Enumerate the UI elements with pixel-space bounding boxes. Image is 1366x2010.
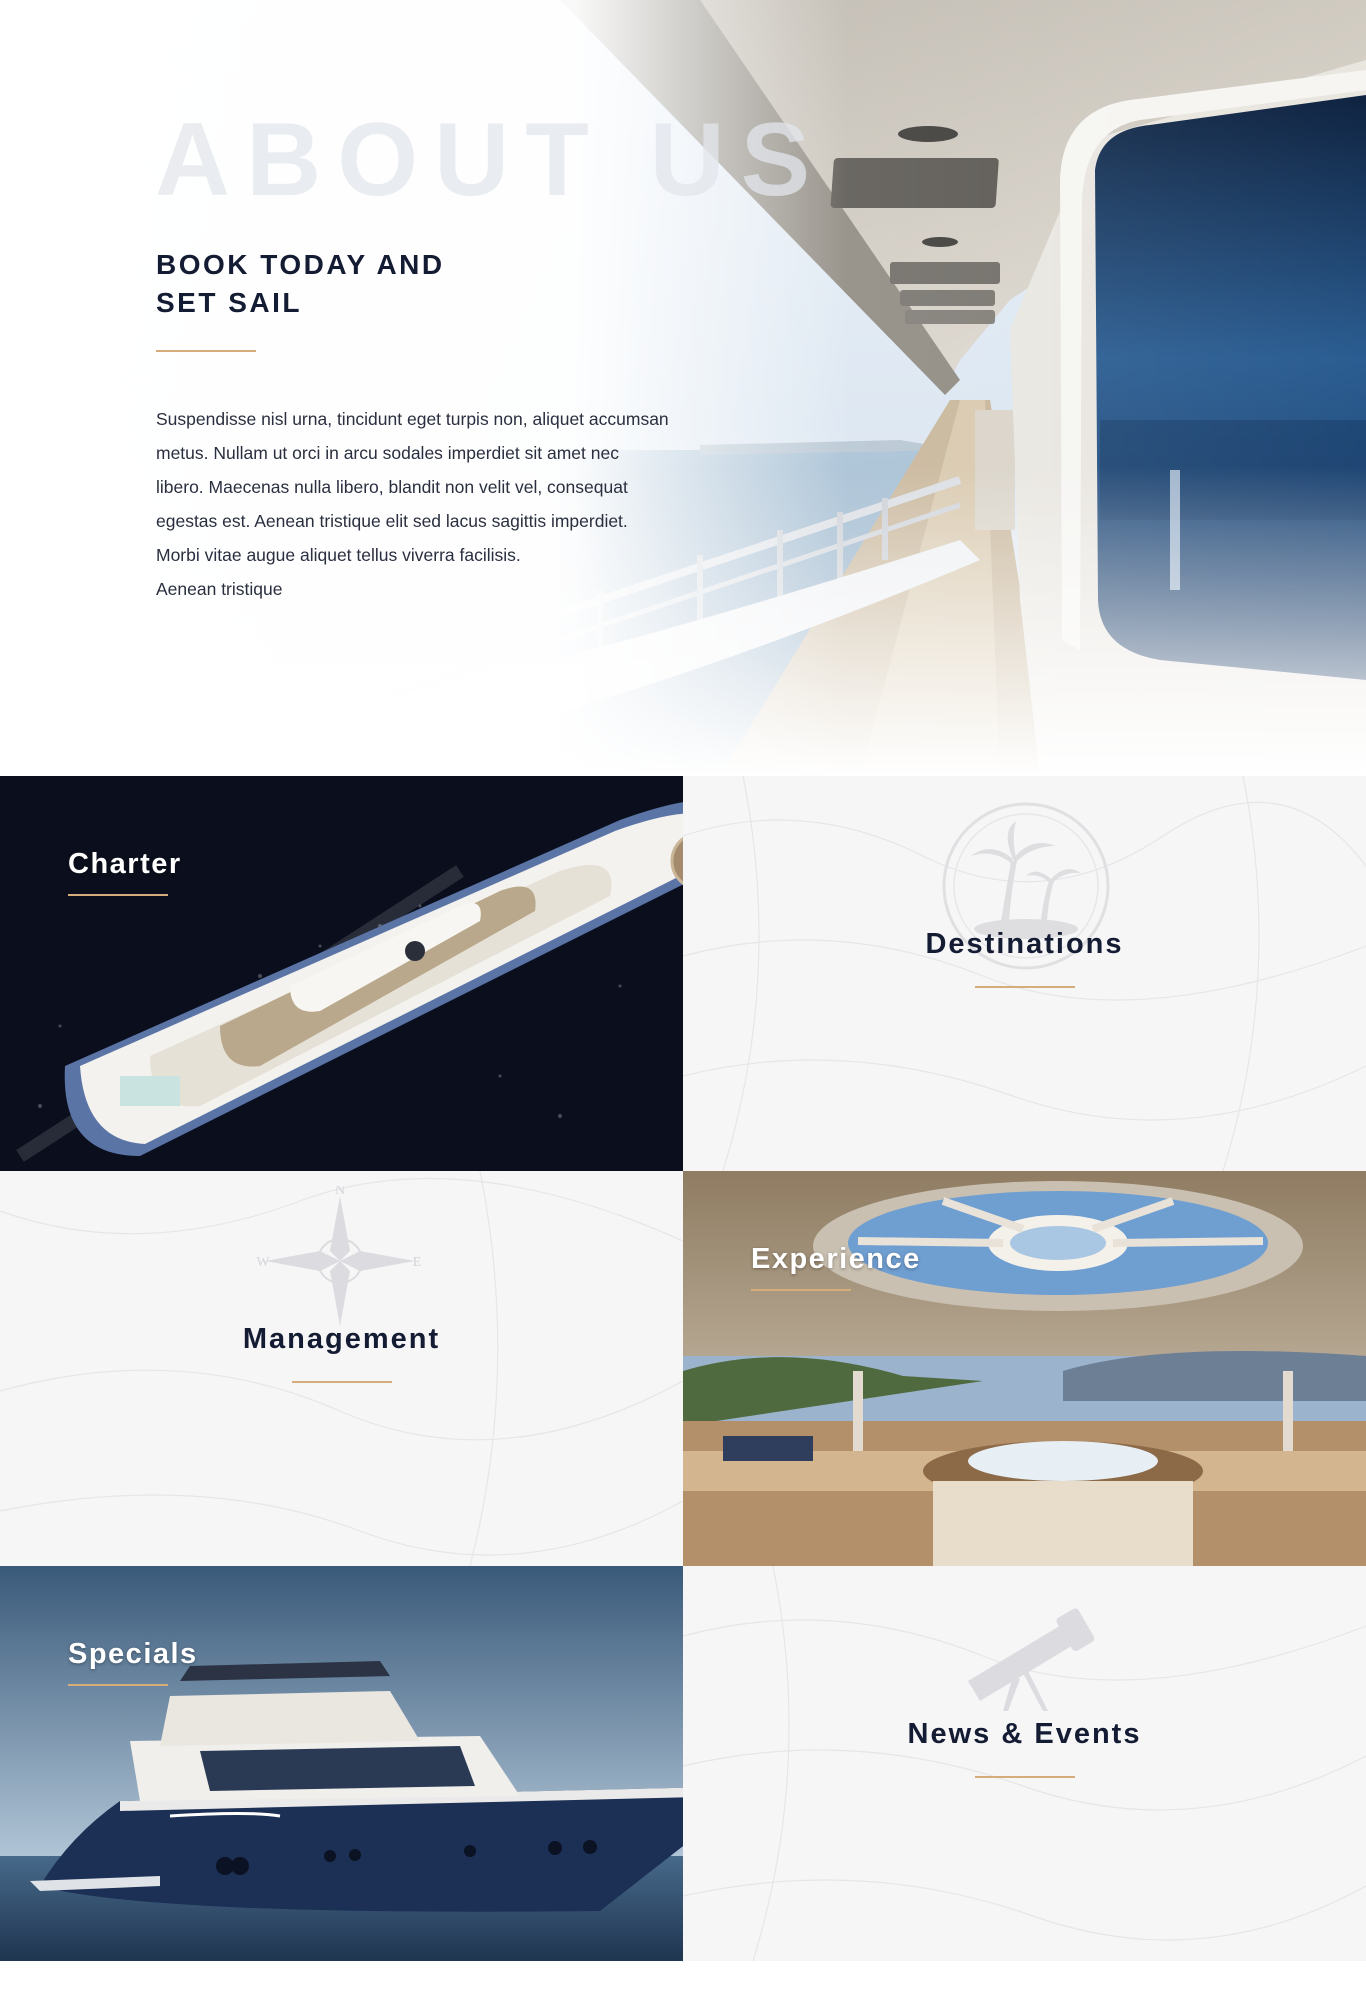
destinations-label: Destinations (925, 928, 1124, 960)
management-label: Management (242, 1323, 441, 1355)
about-title-line2: SET SAIL (156, 287, 303, 318)
experience-underline (751, 1289, 851, 1291)
about-title-underline (156, 350, 256, 352)
management-tile[interactable]: N W E Management (0, 1171, 683, 1566)
specials-underline (68, 1684, 168, 1686)
destinations-underline (975, 986, 1075, 988)
about-paragraph-line: metus. Nullam ut orci in arcu sodales im… (156, 443, 619, 463)
specials-tile[interactable]: Specials (0, 1566, 683, 1961)
about-section: ABOUT US BOOK TODAY AND SET SAIL Suspend… (0, 0, 1366, 776)
news-events-label: News & Events (907, 1718, 1142, 1750)
svg-text:N: N (335, 1186, 345, 1198)
charter-tile[interactable]: H Charter (0, 776, 683, 1171)
about-paragraph-line: Suspendisse nisl urna, tincidunt eget tu… (156, 409, 669, 429)
about-paragraph-line: Aenean tristique (156, 579, 283, 599)
charter-label: Charter (68, 848, 182, 880)
charter-underline (68, 894, 168, 896)
svg-text:E: E (413, 1255, 422, 1270)
destinations-tile[interactable]: Destinations (683, 776, 1366, 1171)
compass-rose-icon: N W E (256, 1186, 422, 1326)
charter-yacht-photo: H (0, 776, 683, 1171)
about-paragraph-line: libero. Maecenas nulla libero, blandit n… (156, 477, 628, 497)
experience-lounge-photo (683, 1171, 1366, 1566)
about-title-line1: BOOK TODAY AND (156, 249, 445, 280)
experience-label: Experience (751, 1243, 921, 1275)
management-underline (292, 1381, 392, 1383)
news-events-tile[interactable]: News & Events (683, 1566, 1366, 1961)
telescope-icon (968, 1608, 1095, 1711)
svg-text:W: W (256, 1255, 270, 1270)
specials-yacht-photo (0, 1566, 683, 1961)
specials-label: Specials (68, 1638, 198, 1670)
news-events-underline (975, 1776, 1075, 1778)
about-paragraph-line: egestas est. Aenean tristique elit sed l… (156, 511, 628, 531)
experience-tile[interactable]: Experience (683, 1171, 1366, 1566)
about-title: BOOK TODAY AND SET SAIL (156, 246, 576, 322)
about-paragraph: Suspendisse nisl urna, tincidunt eget tu… (156, 402, 766, 606)
about-paragraph-line: Morbi vitae augue aliquet tellus viverra… (156, 545, 521, 565)
about-us-watermark: ABOUT US (155, 102, 827, 218)
